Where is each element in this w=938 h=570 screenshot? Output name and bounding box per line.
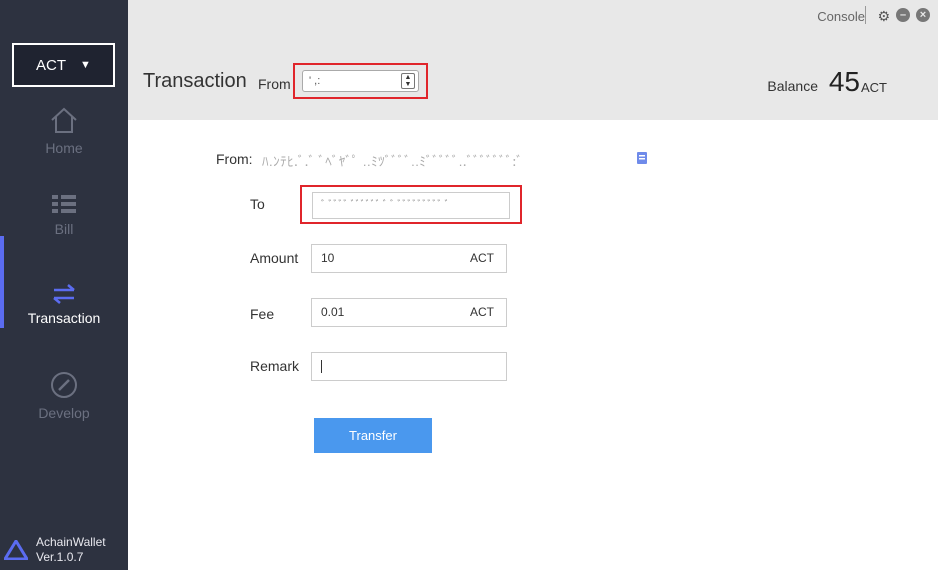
brand-version: Ver.1.0.7 — [36, 550, 84, 564]
coin-selector[interactable]: ACT ▼ — [12, 43, 115, 87]
coin-label: ACT — [36, 56, 67, 74]
balance-label: Balance — [767, 78, 818, 94]
remark-label: Remark — [250, 358, 300, 374]
gear-icon[interactable]: ⚙ — [877, 8, 890, 25]
home-icon — [51, 107, 77, 133]
amount-value: 10 — [321, 251, 335, 265]
to-field-highlight: ﾞ ﾞﾞﾞﾞ ﾞﾞﾞﾞﾞﾞ ﾞ ﾞ ﾞﾞﾞﾞﾞﾞﾞﾞﾞ ﾞ — [300, 185, 522, 224]
balance-unit: ACT — [861, 80, 887, 95]
transfer-button[interactable]: Transfer — [314, 418, 432, 453]
amount-label: Amount — [250, 250, 299, 266]
header: Console ⚙ – × Transaction From ' ,: ▲ ▼ B… — [128, 0, 938, 120]
from-address-label: From: — [216, 151, 253, 167]
page-title: Transaction — [143, 70, 247, 92]
sidebar-item-bill[interactable]: Bill — [0, 193, 128, 237]
sidebar-item-home[interactable]: Home — [0, 106, 128, 156]
console-link[interactable]: Console — [817, 9, 865, 24]
to-address-value: ﾞ ﾞﾞﾞﾞ ﾞﾞﾞﾞﾞﾞ ﾞ ﾞ ﾞﾞﾞﾞﾞﾞﾞﾞﾞ ﾞ — [321, 200, 450, 211]
sidebar-item-label: Bill — [54, 221, 74, 237]
sidebar-item-develop[interactable]: Develop — [0, 371, 128, 421]
amount-input[interactable]: 10 ACT — [311, 244, 507, 273]
sidebar-item-label: Home — [45, 140, 83, 156]
from-address: ﾊ.ﾝﾃﾋ.ﾞ.ﾞ ﾞﾍﾞﾔﾞﾟ ..ﾐﾂﾞﾞﾞﾞ..ﾐﾞﾞﾞﾞﾞ..ﾞﾞﾞﾞﾞ… — [262, 154, 524, 169]
achain-logo-icon — [4, 540, 28, 560]
from-select-highlight: ' ,: ▲ ▼ — [293, 63, 428, 99]
to-label: To — [250, 196, 265, 212]
fee-label: Fee — [250, 306, 275, 322]
list-icon — [52, 195, 76, 213]
sidebar-item-label: Develop — [38, 405, 90, 421]
gauge-icon — [51, 372, 77, 398]
divider — [865, 6, 866, 24]
from-account-value: ' ,: — [309, 75, 321, 87]
fee-input[interactable]: 0.01 ACT — [311, 298, 507, 327]
sidebar-item-label: Transaction — [27, 310, 101, 326]
chevron-down-icon: ▼ — [80, 59, 91, 71]
text-cursor — [321, 360, 322, 374]
fee-unit: ACT — [470, 305, 494, 319]
close-icon[interactable]: × — [916, 8, 930, 22]
select-arrows-icon: ▲ ▼ — [401, 73, 415, 89]
fee-value: 0.01 — [321, 305, 345, 319]
to-address-input[interactable]: ﾞ ﾞﾞﾞﾞ ﾞﾞﾞﾞﾞﾞ ﾞ ﾞ ﾞﾞﾞﾞﾞﾞﾞﾞﾞ ﾞ — [312, 192, 510, 219]
balance-value: 45 — [828, 66, 860, 97]
minimize-icon[interactable]: – — [896, 8, 910, 22]
sidebar-item-transaction[interactable]: Transaction — [0, 284, 128, 326]
copy-icon[interactable] — [636, 151, 648, 165]
from-account-select[interactable]: ' ,: ▲ ▼ — [302, 70, 419, 92]
brand: AchainWallet Ver.1.0.7 — [4, 535, 106, 565]
transfer-arrows-icon — [53, 284, 75, 304]
remark-input[interactable] — [311, 352, 507, 381]
brand-name: AchainWallet — [36, 535, 106, 549]
sidebar: ACT ▼ Home Bill Transaction Develop Acha… — [0, 0, 128, 570]
from-label: From — [258, 76, 291, 92]
amount-unit: ACT — [470, 251, 494, 265]
